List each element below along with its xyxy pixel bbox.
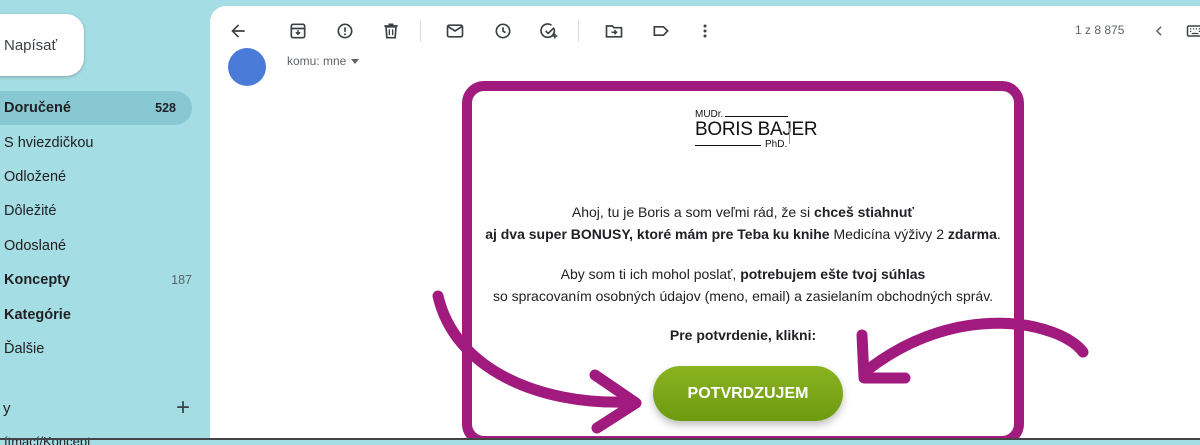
sidebar-item-categories[interactable]: Kategórie (0, 297, 208, 331)
logo-bar (789, 128, 790, 144)
book-title-text: Medicína výživy 2 (829, 226, 948, 242)
sidebar-item-important[interactable]: Dôležité (0, 194, 208, 228)
sidebar-item-label: Odoslané (4, 237, 67, 254)
recipient-line[interactable]: komu: mne (287, 54, 360, 68)
sidebar-item-sent[interactable]: Odoslané (0, 229, 208, 263)
sidebar-item-label: Kategórie (4, 306, 71, 323)
unread-count: 528 (155, 101, 176, 116)
confirm-button[interactable]: POTVRDZUJEM (653, 366, 843, 421)
sender-avatar[interactable] (228, 48, 266, 86)
sidebar-item-more[interactable]: Ďalšie (0, 332, 208, 366)
sidebar-item-snoozed[interactable]: Odložené (0, 160, 208, 194)
add-task-icon[interactable] (538, 20, 560, 42)
recipient-text: komu: mne (287, 54, 347, 68)
sidebar-item-starred[interactable]: S hviezdičkou (0, 125, 208, 159)
compose-label: Napísať (4, 36, 58, 54)
bonus-bold-text: aj dva super BONUSY, ktoré mám pre Teba … (485, 226, 830, 242)
bottom-divider (0, 438, 1200, 440)
back-arrow-icon[interactable] (227, 20, 249, 42)
labels-heading: y (3, 399, 11, 417)
confirm-prompt: Pre potvrdenie, klikni: (669, 327, 817, 343)
sidebar-item-drafts[interactable]: Koncepty 187 (0, 263, 208, 297)
brand-logo: MUDr. BORIS BAJER PhD. (687, 108, 818, 158)
mark-unread-icon[interactable] (444, 20, 466, 42)
pagination-count: 1 z 8 875 (1075, 23, 1125, 37)
intro-bold-text: chceš stiahnuť (814, 204, 915, 220)
toolbar-divider (578, 20, 579, 42)
folder-nav: Doručené 528 S hviezdičkou Odložené Dôle… (0, 91, 208, 366)
sidebar-item-label: Ďalšie (4, 340, 45, 357)
logo-name: BORIS BAJER (695, 119, 818, 140)
free-bold-text: zdarma (947, 226, 997, 242)
previous-chevron-icon[interactable] (1148, 20, 1170, 42)
toolbar-divider (420, 20, 421, 42)
drafts-count: 187 (171, 273, 192, 288)
consent-paragraph: Aby som ti ich mohol poslať, potrebujem … (472, 263, 1014, 307)
sidebar-item-label: S hviezdičkou (4, 134, 94, 151)
sidebar-item-label: Odložené (4, 168, 67, 185)
details-caret-icon (351, 59, 360, 65)
period-text: . (996, 226, 1001, 242)
sidebar-item-label: Koncepty (4, 272, 71, 289)
report-spam-icon[interactable] (334, 20, 356, 42)
snooze-icon[interactable] (492, 20, 514, 42)
sidebar: Napísať Doručené 528 S hviezdičkou Odlož… (0, 0, 208, 445)
logo-rule (695, 145, 761, 146)
sidebar-item-inbox[interactable]: Doručené 528 (0, 91, 192, 126)
move-to-icon[interactable] (603, 20, 625, 42)
archive-icon[interactable] (287, 20, 309, 42)
intro-text: Ahoj, tu je Boris a som veľmi rád, že si (571, 204, 815, 220)
sidebar-item-label: Dôležité (4, 203, 57, 220)
consent-text: Aby som ti ich mohol poslať, (560, 266, 741, 282)
delete-icon[interactable] (380, 20, 402, 42)
labels-section-header: y + (0, 394, 190, 422)
more-icon[interactable] (694, 20, 716, 42)
label-icon[interactable] (650, 20, 672, 42)
logo-suffix: PhD. (765, 139, 788, 150)
intro-paragraph: Ahoj, tu je Boris a som veľmi rád, že si… (472, 201, 1014, 245)
keyboard-icon[interactable] (1184, 20, 1200, 42)
message-view: 1 z 8 875 komu: mne MUDr. BORIS BAJER Ph… (210, 6, 1200, 438)
sidebar-item-label: Doručené (4, 100, 71, 117)
email-content-card: MUDr. BORIS BAJER PhD. Ahoj, tu je Boris… (462, 81, 1024, 438)
compose-button[interactable]: Napísať (0, 14, 84, 76)
consent-bold-text: potrebujem ešte tvoj súhlas (740, 266, 926, 282)
add-label-plus-icon[interactable]: + (176, 396, 190, 420)
logo-rule (725, 116, 788, 117)
consent-detail-text: so spracovaním osobných údajov (meno, em… (492, 288, 994, 304)
message-toolbar: 1 z 8 875 (210, 6, 1200, 58)
